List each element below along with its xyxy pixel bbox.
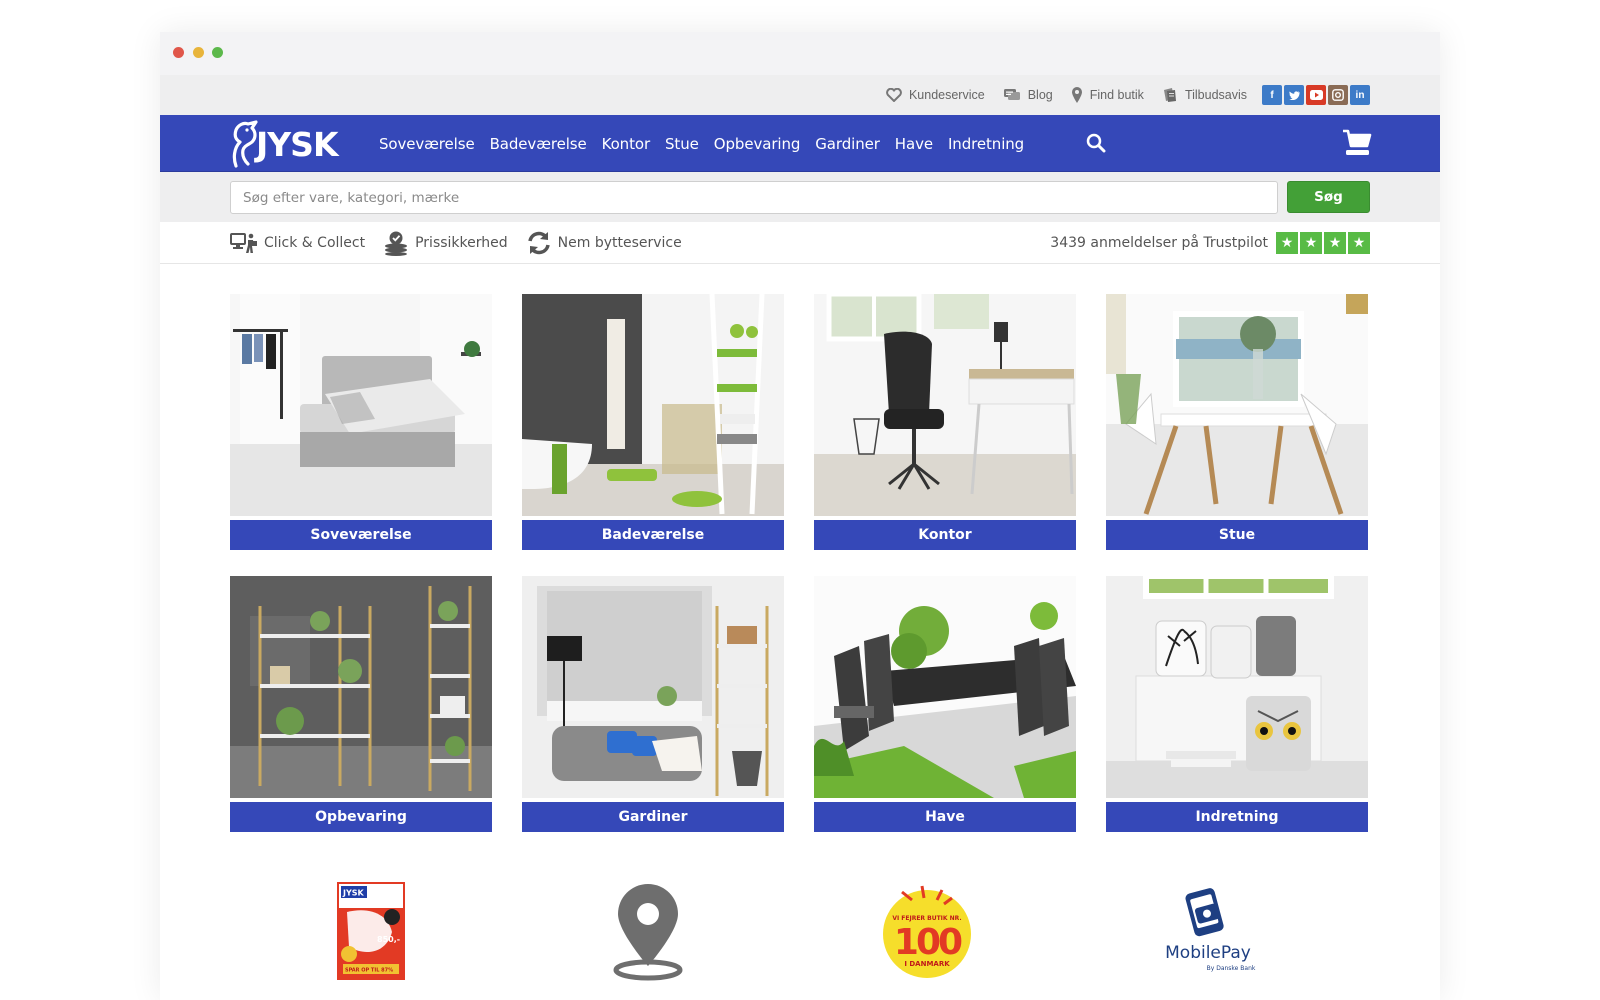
nav-opbevaring[interactable]: Opbevaring [714, 135, 801, 153]
blog-link[interactable]: Blog [1003, 88, 1053, 102]
kundeservice-label: Kundeservice [908, 88, 985, 102]
main-navigation: JYSK Soveværelse Badeværelse Kontor Stue… [160, 115, 1440, 172]
prissikkerhed-label: Prissikkerhed [415, 235, 508, 251]
star-icon: ★ [1324, 232, 1346, 254]
category-label: Soveværelse [230, 520, 492, 550]
usp-prissikkerhed[interactable]: Prissikkerhed [383, 230, 508, 256]
category-label: Kontor [814, 520, 1076, 550]
garden-image [814, 576, 1076, 798]
nav-gardiner[interactable]: Gardiner [815, 135, 880, 153]
linkedin-icon[interactable]: in [1350, 85, 1370, 105]
svg-text:JYSK: JYSK [254, 125, 340, 164]
svg-text:100: 100 [894, 922, 962, 963]
search-button[interactable]: Søg [1287, 181, 1370, 213]
twitter-icon[interactable] [1284, 85, 1304, 105]
instagram-icon[interactable] [1328, 85, 1348, 105]
category-label: Gardiner [522, 802, 784, 832]
category-tile-indretning[interactable]: Indretning [1106, 573, 1368, 832]
close-window-button[interactable] [173, 47, 184, 58]
blog-label: Blog [1027, 88, 1053, 102]
star-icon: ★ [1348, 232, 1370, 254]
trustpilot-stars: ★ ★ ★ ★ [1276, 232, 1370, 254]
category-tile-badeværelse[interactable]: Badeværelse [522, 293, 784, 550]
cart-icon[interactable] [1342, 128, 1372, 158]
category-grid: Soveværelse Badeværelse Kontor Stue Opbe… [230, 291, 1370, 832]
category-tile-have[interactable]: Have [814, 576, 1076, 832]
price-guarantee-icon [385, 231, 408, 256]
usp-bytteservice[interactable]: Nem bytteservice [526, 231, 682, 255]
tilbudsavis-link[interactable]: Tilbudsavis [1162, 87, 1247, 103]
heart-icon [886, 88, 902, 102]
browser-window: Kundeservice Blog Find butik Tilbudsavis… [160, 32, 1440, 1000]
search-input[interactable] [230, 181, 1278, 214]
click-collect-label: Click & Collect [264, 235, 366, 251]
facebook-icon[interactable]: f [1262, 85, 1282, 105]
category-label: Indretning [1106, 802, 1368, 832]
usp-bar: Click & Collect Prissikkerhed Nem byttes… [160, 222, 1440, 264]
bedroom-image [230, 294, 492, 516]
svg-text:SPAR OP TIL 87%: SPAR OP TIL 87% [345, 968, 393, 974]
store-finder-pin-icon[interactable] [612, 882, 684, 982]
youtube-icon[interactable] [1306, 85, 1326, 105]
svg-text:VI FEJRER BUTIK NR.: VI FEJRER BUTIK NR. [892, 915, 961, 922]
bathroom-image [522, 293, 784, 516]
exchange-icon [527, 231, 550, 255]
maximize-window-button[interactable] [212, 47, 223, 58]
nav-soveværelse[interactable]: Soveværelse [379, 135, 475, 153]
category-label: Opbevaring [230, 802, 492, 832]
office-image [814, 291, 1076, 516]
utility-bar: Kundeservice Blog Find butik Tilbudsavis… [160, 75, 1440, 115]
trustpilot-text: 3439 anmeldelser på Trustpilot [1050, 235, 1268, 251]
curtains-image [522, 576, 784, 798]
minimize-window-button[interactable] [193, 47, 204, 58]
map-pin-icon [1071, 87, 1082, 103]
category-tile-stue[interactable]: Stue [1106, 294, 1368, 550]
tilbudsavis-label: Tilbudsavis [1184, 88, 1247, 102]
social-links: f in [1262, 85, 1370, 105]
nav-badeværelse[interactable]: Badeværelse [490, 135, 587, 153]
search-bar: Søg [160, 172, 1440, 222]
category-tile-gardiner[interactable]: Gardiner [522, 576, 784, 832]
usp-click-collect[interactable]: Click & Collect [230, 232, 365, 254]
svg-text:By Danske Bank: By Danske Bank [1207, 965, 1256, 972]
nav-stue[interactable]: Stue [665, 135, 699, 153]
interior-image [1106, 573, 1368, 798]
trustpilot-rating[interactable]: 3439 anmeldelser på Trustpilot ★ ★ ★ ★ [1050, 222, 1370, 264]
search-icon[interactable] [1086, 133, 1106, 153]
jysk-logo[interactable]: JYSK [230, 120, 350, 170]
category-label: Stue [1106, 520, 1368, 550]
category-tile-kontor[interactable]: Kontor [814, 291, 1076, 550]
storage-image [230, 576, 492, 798]
svg-text:I DANMARK: I DANMARK [904, 960, 950, 968]
category-tile-soveværelse[interactable]: Soveværelse [230, 294, 492, 550]
star-icon: ★ [1276, 232, 1298, 254]
category-tile-opbevaring[interactable]: Opbevaring [230, 576, 492, 832]
leaflet-promo[interactable]: JYSK 850,- SPAR OP TIL 87% [337, 882, 407, 982]
find-butik-link[interactable]: Find butik [1071, 86, 1144, 104]
leaflet-icon [1163, 88, 1176, 102]
chat-bubbles-icon [1003, 89, 1020, 100]
mobilepay-logo[interactable]: MobilePay By Danske Bank [1153, 882, 1263, 982]
bytteservice-label: Nem bytteservice [557, 235, 682, 251]
window-titlebar [160, 32, 1440, 75]
living-room-image [1106, 294, 1368, 516]
promo-row: JYSK 850,- SPAR OP TIL 87% VI FEJRER BUT… [230, 882, 1370, 992]
nav-kontor[interactable]: Kontor [602, 135, 651, 153]
category-label: Badeværelse [522, 520, 784, 550]
category-label: Have [814, 802, 1076, 832]
nav-have[interactable]: Have [895, 135, 933, 153]
kundeservice-link[interactable]: Kundeservice [886, 88, 985, 102]
svg-text:MobilePay: MobilePay [1165, 943, 1251, 963]
svg-text:JYSK: JYSK [342, 889, 365, 898]
find-butik-label: Find butik [1089, 88, 1144, 102]
celebration-100-badge[interactable]: VI FEJRER BUTIK NR. 100 I DANMARK [882, 882, 972, 982]
star-icon: ★ [1300, 232, 1322, 254]
nav-indretning[interactable]: Indretning [948, 135, 1024, 153]
click-collect-icon [230, 233, 257, 253]
svg-text:850,-: 850,- [377, 935, 400, 944]
